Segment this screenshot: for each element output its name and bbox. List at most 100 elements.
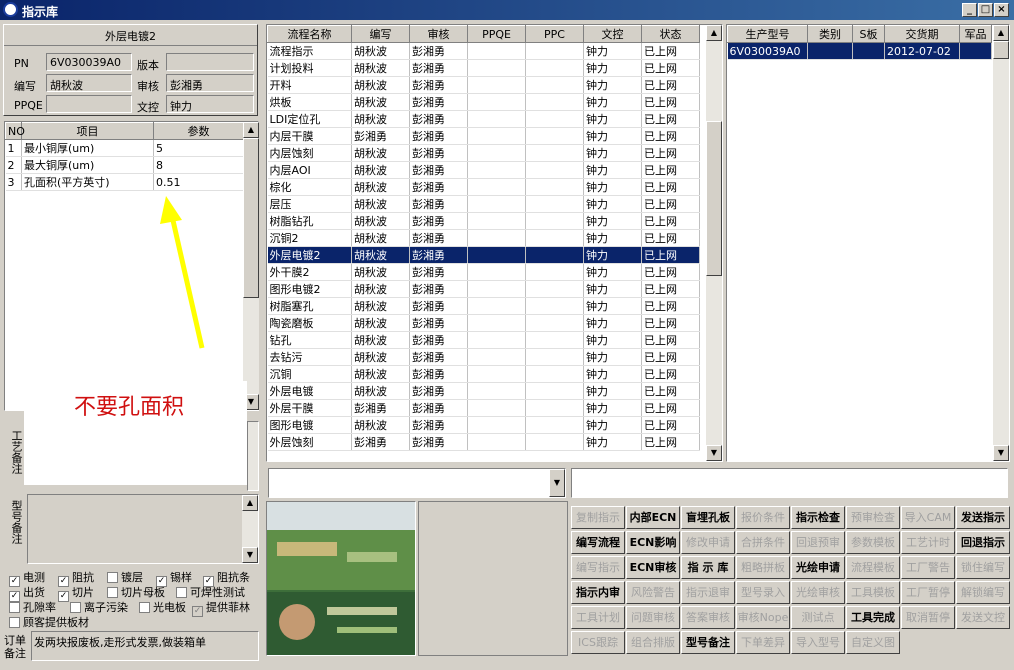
table-row[interactable]: 外层蚀刻 彭湘勇 彭湘勇 钟力 已上网 (267, 433, 700, 451)
scroll-down-icon[interactable]: ▼ (706, 445, 722, 461)
process-grid[interactable]: 流程名称 编写 审核 PPQE PPC 文控 状态 流程指示 胡秋波 彭湘勇 钟力 已上… (266, 24, 723, 462)
writer-field[interactable]: 胡秋波 (46, 74, 132, 92)
table-row[interactable]: 沉铜2 胡秋波 彭湘勇 钟力 已上网 (267, 229, 700, 247)
action-button[interactable]: ICS跟踪 (571, 631, 625, 654)
table-row[interactable]: 钻孔 胡秋波 彭湘勇 钟力 已上网 (267, 331, 700, 349)
table-row[interactable]: 棕化 胡秋波 彭湘勇 钟力 已上网 (267, 178, 700, 196)
action-button[interactable]: 取消暂停 (901, 606, 955, 629)
action-button[interactable]: 答案审核 (681, 606, 735, 629)
product-scrollbar[interactable]: ▲ ▼ (993, 25, 1009, 461)
table-row[interactable]: 3 孔面积(平方英寸) 0.51 (5, 173, 244, 191)
action-button[interactable]: 预审检查 (846, 506, 900, 529)
table-row[interactable]: 外层干膜 彭湘勇 彭湘勇 钟力 已上网 (267, 399, 700, 417)
table-row[interactable]: 树脂钻孔 胡秋波 彭湘勇 钟力 已上网 (267, 212, 700, 230)
table-row[interactable]: 图形电镀2 胡秋波 彭湘勇 钟力 已上网 (267, 280, 700, 298)
action-button[interactable]: 编写指示 (571, 556, 625, 579)
table-row[interactable]: 外层电镀2 胡秋波 彭湘勇 钟力 已上网 (267, 246, 700, 264)
action-button[interactable]: 编写流程 (571, 531, 625, 554)
action-button[interactable]: ECN影响 (626, 531, 680, 554)
col-header-param[interactable]: 参数 (153, 122, 244, 140)
col-header-no[interactable]: NO (5, 122, 25, 140)
checkbox-provide-film[interactable]: ✓ 提供菲林 (192, 599, 250, 617)
action-button[interactable]: 发送文控 (956, 606, 1010, 629)
action-button[interactable]: 工厂警告 (901, 556, 955, 579)
check-icon[interactable]: ✓ (58, 591, 69, 602)
maximize-button[interactable]: □ (978, 3, 993, 17)
action-button[interactable]: 解锁编写 (956, 581, 1010, 604)
checkbox-section-mother[interactable]: 切片母板 (107, 584, 165, 600)
scroll-thumb[interactable] (706, 121, 722, 276)
col-header-item[interactable]: 项目 (21, 122, 154, 140)
action-button[interactable]: 回退预审 (791, 531, 845, 554)
scroll-up-icon[interactable]: ▲ (243, 122, 259, 138)
action-button[interactable]: 自定义图 (846, 631, 900, 654)
check-icon[interactable]: ✓ (192, 606, 203, 617)
table-row[interactable]: 计划投料 胡秋波 彭湘勇 钟力 已上网 (267, 59, 700, 77)
checkbox-plating[interactable]: 镀层 (107, 569, 143, 585)
action-button[interactable]: 型号备注 (681, 631, 735, 654)
action-button[interactable]: 风险警告 (626, 581, 680, 604)
action-button[interactable]: 修改申请 (681, 531, 735, 554)
control-field[interactable]: 钟力 (166, 95, 254, 113)
table-row[interactable]: 烘板 胡秋波 彭湘勇 钟力 已上网 (267, 93, 700, 111)
checkbox-solderability[interactable]: 可焊性测试 (176, 584, 245, 600)
action-button[interactable]: 下单差异 (736, 631, 790, 654)
action-button[interactable]: 复制指示 (571, 506, 625, 529)
scroll-up-icon[interactable]: ▲ (242, 495, 258, 511)
action-button[interactable]: 导入型号 (791, 631, 845, 654)
order-note-field[interactable]: 发两块报废板,走形式发票,做装箱单 (31, 631, 259, 661)
action-button[interactable]: 工艺计时 (901, 531, 955, 554)
action-button[interactable]: 光绘审核 (791, 581, 845, 604)
action-button[interactable]: 指 示 库 (681, 556, 735, 579)
action-button[interactable]: 内部ECN (626, 506, 680, 529)
action-button[interactable]: 指示检查 (791, 506, 845, 529)
action-button[interactable]: 型号录入 (736, 581, 790, 604)
col-header-category[interactable]: 类别 (807, 25, 853, 43)
table-row[interactable]: 6V030039A0 2012-07-02 (727, 42, 992, 60)
table-row[interactable]: LDI定位孔 胡秋波 彭湘勇 钟力 已上网 (267, 110, 700, 128)
action-button[interactable]: 合拼条件 (736, 531, 790, 554)
action-button[interactable]: ECN审核 (626, 556, 680, 579)
col-header-military[interactable]: 军品 (959, 25, 992, 43)
action-button[interactable]: 发送指示 (956, 506, 1010, 529)
checkbox-photo-board[interactable]: 光电板 (139, 599, 186, 615)
process-note-scrollbar[interactable] (247, 421, 259, 491)
search-input[interactable] (571, 468, 1008, 498)
ppqe-field[interactable] (46, 95, 132, 113)
action-button[interactable]: 工具模板 (846, 581, 900, 604)
version-field[interactable] (166, 53, 254, 71)
table-row[interactable]: 1 最小铜厚(um) 5 (5, 139, 244, 157)
action-button[interactable]: 参数模板 (846, 531, 900, 554)
reviewer-field[interactable]: 彭湘勇 (166, 74, 254, 92)
col-header-delivery[interactable]: 交货期 (884, 25, 960, 43)
col-header-ppc[interactable]: PPC (525, 25, 584, 43)
model-note-field[interactable]: ▲ ▼ (27, 494, 259, 564)
table-row[interactable]: 外干膜2 胡秋波 彭湘勇 钟力 已上网 (267, 263, 700, 281)
scroll-up-icon[interactable]: ▲ (993, 25, 1009, 41)
table-row[interactable]: 层压 胡秋波 彭湘勇 钟力 已上网 (267, 195, 700, 213)
col-header-s-board[interactable]: S板 (852, 25, 885, 43)
scroll-down-icon[interactable]: ▼ (993, 445, 1009, 461)
table-row[interactable]: 图形电镀 胡秋波 彭湘勇 钟力 已上网 (267, 416, 700, 434)
pn-field[interactable]: 6V030039A0 (46, 53, 132, 71)
col-header-writer[interactable]: 编写 (351, 25, 410, 43)
close-button[interactable]: × (994, 3, 1009, 17)
action-button[interactable]: 盲埋孔板 (681, 506, 735, 529)
product-grid[interactable]: 生产型号 类别 S板 交货期 军品 6V030039A0 2012-07-02 … (726, 24, 1010, 462)
action-button[interactable]: 工具完成 (846, 606, 900, 629)
table-row[interactable]: 2 最大铜厚(um) 8 (5, 156, 244, 174)
action-button[interactable]: 指示退审 (681, 581, 735, 604)
chevron-down-icon[interactable]: ▼ (549, 469, 565, 497)
action-button[interactable]: 指示内审 (571, 581, 625, 604)
col-header-ppqe[interactable]: PPQE (467, 25, 526, 43)
action-button[interactable]: 报价条件 (736, 506, 790, 529)
action-button[interactable]: 测试点 (791, 606, 845, 629)
action-button[interactable]: 工具计划 (571, 606, 625, 629)
table-row[interactable]: 陶瓷磨板 胡秋波 彭湘勇 钟力 已上网 (267, 314, 700, 332)
params-scrollbar[interactable]: ▲ ▼ (243, 122, 259, 410)
filter-combo[interactable]: ▼ (268, 468, 566, 498)
action-button[interactable]: 锁住编写 (956, 556, 1010, 579)
checkbox-customer-material[interactable]: 顾客提供板材 (9, 614, 89, 630)
checkbox-ion-contamination[interactable]: 离子污染 (70, 599, 128, 615)
action-button[interactable]: 审核Nope (736, 606, 790, 629)
